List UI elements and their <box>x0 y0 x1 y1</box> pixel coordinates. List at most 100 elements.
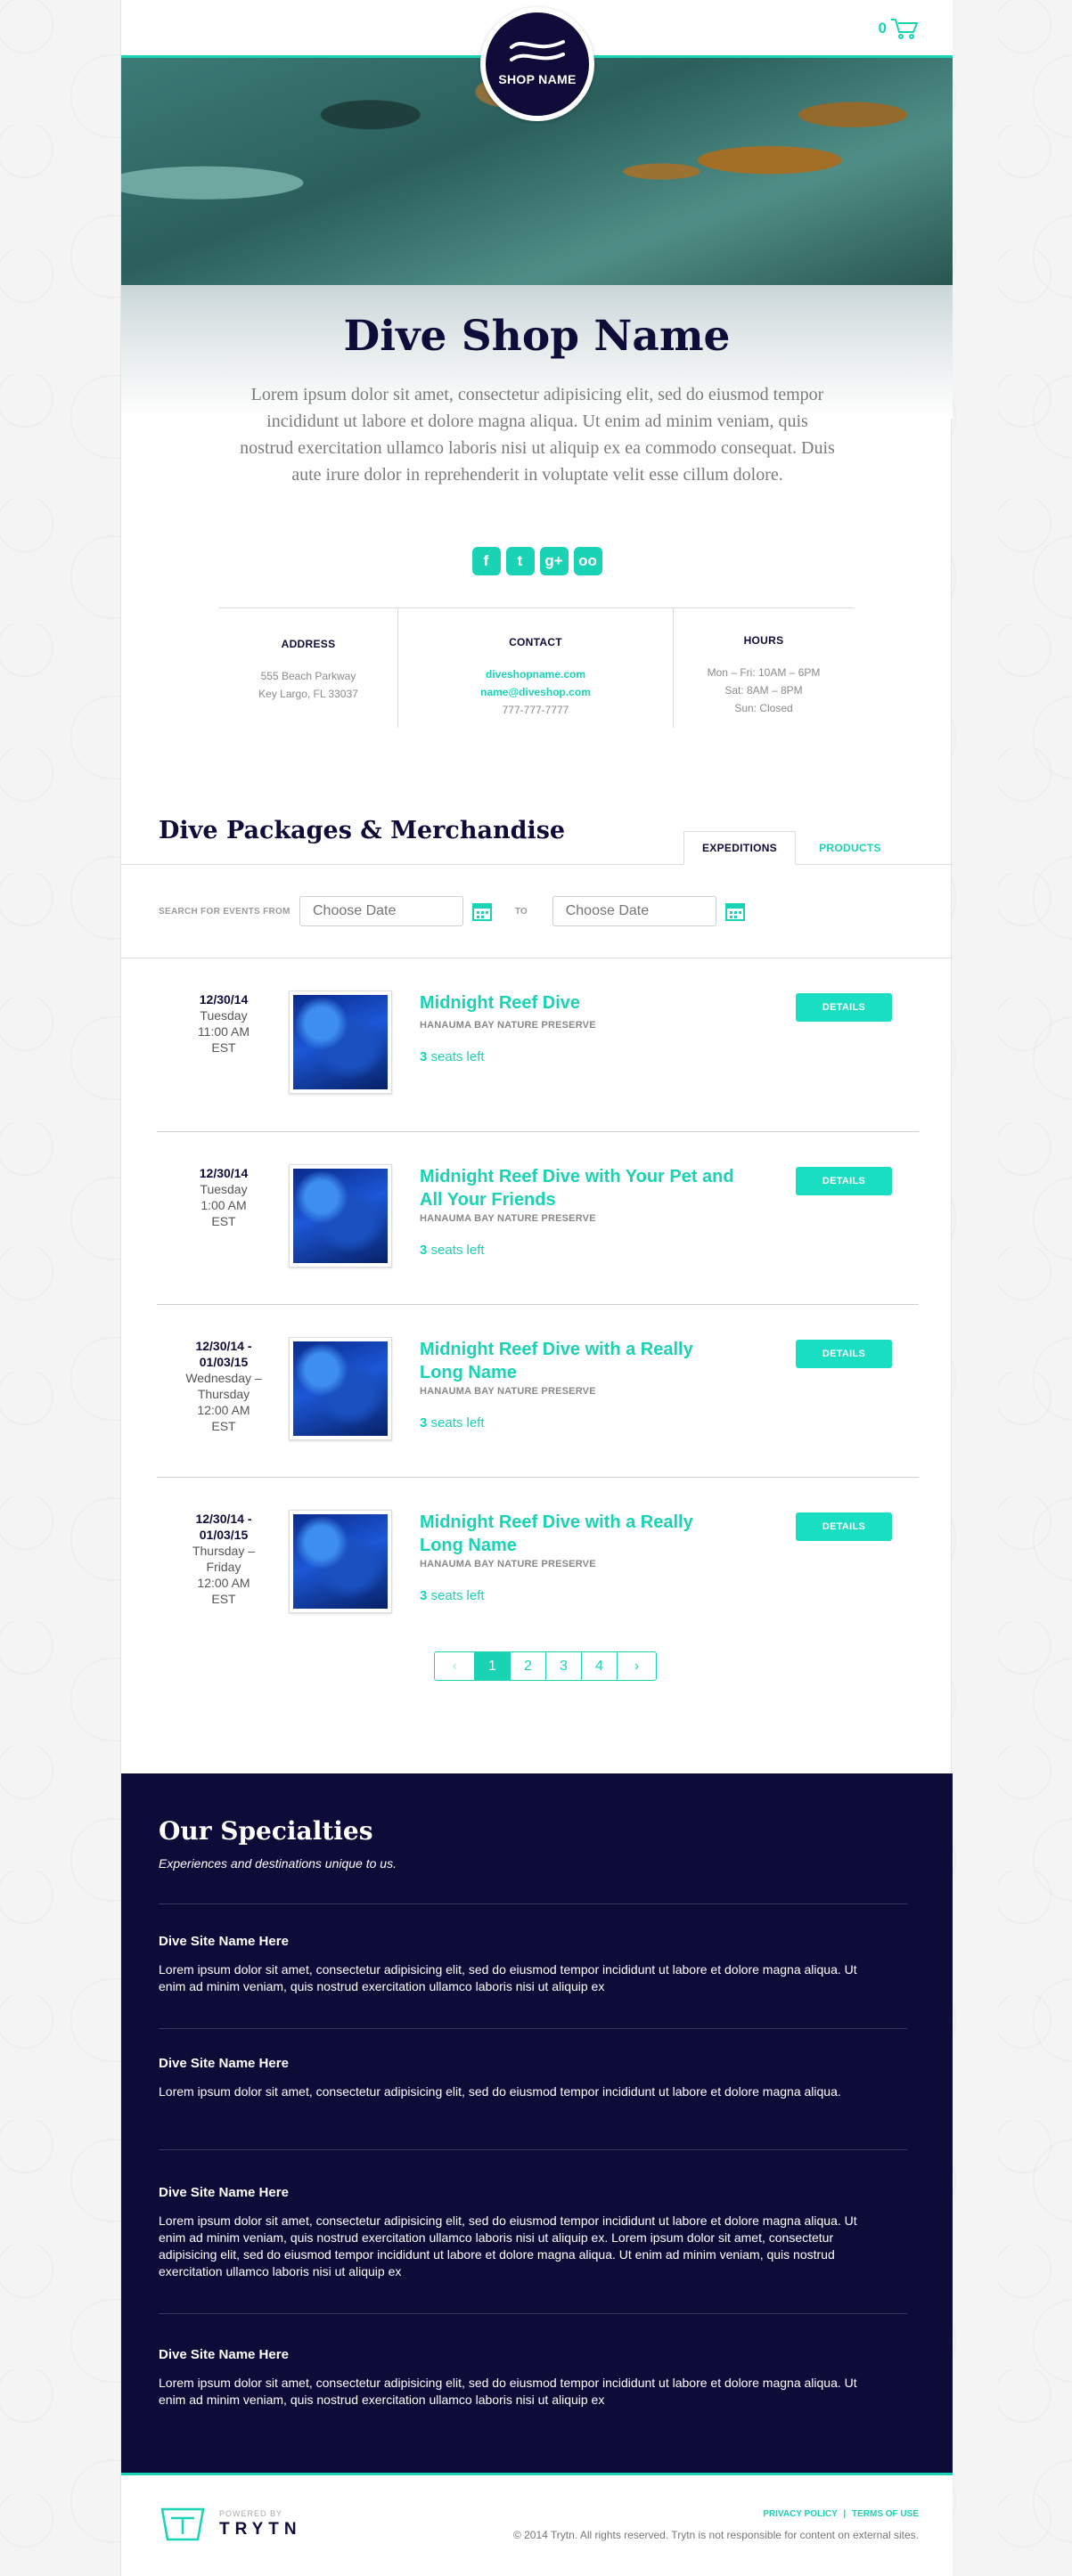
event-day: Thursday – <box>192 1544 256 1558</box>
page-3-button[interactable]: 3 <box>545 1652 581 1680</box>
shop-title: Dive Shop Name <box>343 312 731 361</box>
event-row: 12/30/14 - 01/03/15 Thursday – Friday 12… <box>157 1477 919 1651</box>
details-button[interactable]: DETAILS <box>796 1340 892 1368</box>
event-day: Tuesday <box>200 1182 248 1196</box>
social-links: f t g+ oo <box>121 547 953 575</box>
cart-icon <box>891 19 919 39</box>
event-date-start: 12/30/14 <box>199 992 249 1007</box>
address-label: ADDRESS <box>281 638 336 650</box>
next-page-button[interactable]: › <box>617 1652 656 1680</box>
event-image[interactable] <box>289 1510 392 1613</box>
privacy-policy-link[interactable]: PRIVACY POLICY <box>763 2509 837 2519</box>
calendar-icon[interactable] <box>472 901 492 921</box>
specialty-text: Lorem ipsum dolor sit amet, consectetur … <box>159 2084 841 2099</box>
page-4-button[interactable]: 4 <box>581 1652 617 1680</box>
event-row: 12/30/14 Tuesday 1:00 AM EST Midnight Re… <box>157 1131 919 1305</box>
specialty-text: Lorem ipsum dolor sit amet, consectetur … <box>159 1962 857 1993</box>
wave-icon <box>510 40 565 61</box>
event-row: 12/30/14 - 01/03/15 Wednesday – Thursday… <box>157 1304 919 1478</box>
address-column: ADDRESS 555 Beach Parkway Key Largo, FL … <box>219 608 397 728</box>
page-container: 0 SHOP NAME Dive Shop Name Lorem ipsum d… <box>120 0 953 2576</box>
event-day-end: Friday <box>206 1560 241 1574</box>
event-day: Wednesday – <box>185 1371 262 1385</box>
event-image[interactable] <box>289 990 392 1094</box>
shop-logo[interactable]: SHOP NAME <box>480 7 594 121</box>
event-timezone: EST <box>211 1419 236 1433</box>
footer: POWERED BY TRYTN PRIVACY POLICY | TERMS … <box>121 2475 953 2576</box>
event-date: 12/30/14 - 01/03/15 Wednesday – Thursday… <box>184 1338 264 1434</box>
specialty-name: Dive Site Name Here <box>159 2056 289 2071</box>
prev-page-button[interactable]: ‹ <box>435 1652 474 1680</box>
seats-label: seats left <box>427 1588 485 1603</box>
calendar-icon[interactable] <box>724 901 745 921</box>
contact-column: CONTACT diveshopname.com name@diveshop.c… <box>397 608 674 728</box>
seats-label: seats left <box>427 1415 485 1431</box>
hours-column: HOURS Mon – Fri: 10AM – 6PM Sat: 8AM – 8… <box>674 608 854 728</box>
page-1-button[interactable]: 1 <box>474 1652 510 1680</box>
event-time: 12:00 AM <box>197 1403 250 1417</box>
specialty-divider <box>159 2028 907 2029</box>
website-link[interactable]: diveshopname.com <box>398 665 673 683</box>
cart-button[interactable]: 0 <box>879 18 919 39</box>
specialty-divider <box>159 2149 907 2150</box>
specialty-text: Lorem ipsum dolor sit amet, consectetur … <box>159 2376 857 2407</box>
event-location: HANAUMA BAY NATURE PRESERVE <box>420 1559 596 1569</box>
date-from-input[interactable] <box>299 896 463 926</box>
address-line2: Key Largo, FL 33037 <box>258 688 358 700</box>
specialty-divider <box>159 2313 907 2314</box>
event-timezone: EST <box>211 1040 236 1055</box>
event-date: 12/30/14 - 01/03/15 Thursday – Friday 12… <box>184 1511 264 1607</box>
event-date-start: 12/30/14 - <box>195 1339 252 1353</box>
email-link[interactable]: name@diveshop.com <box>398 683 673 701</box>
trytn-logo[interactable]: POWERED BY TRYTN <box>157 2502 302 2547</box>
event-seats: 3 seats left <box>420 1243 485 1258</box>
google-plus-icon[interactable]: g+ <box>539 547 569 575</box>
event-title[interactable]: Midnight Reef Dive <box>420 991 736 1015</box>
specialties-subtitle: Experiences and destinations unique to u… <box>159 1856 397 1871</box>
specialty-name: Dive Site Name Here <box>159 1934 289 1949</box>
event-date: 12/30/14 Tuesday 11:00 AM EST <box>184 991 264 1056</box>
details-button[interactable]: DETAILS <box>796 1512 892 1541</box>
event-title[interactable]: Midnight Reef Dive with a Really Long Na… <box>420 1511 736 1557</box>
seats-label: seats left <box>427 1049 485 1064</box>
cart-count: 0 <box>878 20 887 37</box>
specialty-item: Dive Site Name Here Lorem ipsum dolor si… <box>159 2056 863 2100</box>
event-date: 12/30/14 Tuesday 1:00 AM EST <box>184 1165 264 1229</box>
event-image[interactable] <box>289 1164 392 1268</box>
event-date-start: 12/30/14 <box>199 1166 249 1180</box>
event-location: HANAUMA BAY NATURE PRESERVE <box>420 1020 596 1031</box>
hours-label: HOURS <box>743 634 784 647</box>
event-date-end: 01/03/15 <box>199 1528 249 1542</box>
to-label: TO <box>515 906 528 917</box>
link-separator: | <box>843 2509 847 2519</box>
page-2-button[interactable]: 2 <box>510 1652 545 1680</box>
event-day-end: Thursday <box>197 1387 250 1401</box>
tab-expeditions[interactable]: EXPEDITIONS <box>683 831 796 865</box>
event-date-start: 12/30/14 - <box>195 1512 252 1526</box>
terms-of-use-link[interactable]: TERMS OF USE <box>852 2509 919 2519</box>
footer-links: PRIVACY POLICY | TERMS OF USE <box>763 2509 919 2519</box>
event-location: HANAUMA BAY NATURE PRESERVE <box>420 1386 596 1397</box>
event-image[interactable] <box>289 1337 392 1440</box>
details-button[interactable]: DETAILS <box>796 993 892 1022</box>
tripadvisor-icon[interactable]: oo <box>573 547 602 575</box>
tab-products[interactable]: PRODUCTS <box>806 831 895 865</box>
event-seats: 3 seats left <box>420 1415 485 1431</box>
event-title[interactable]: Midnight Reef Dive with a Really Long Na… <box>420 1338 736 1384</box>
packages-title: Dive Packages & Merchandise <box>159 817 566 844</box>
specialties-section: Our Specialties Experiences and destinat… <box>121 1773 953 2475</box>
event-row: 12/30/14 Tuesday 11:00 AM EST Midnight R… <box>157 958 919 1131</box>
event-time: 12:00 AM <box>197 1576 250 1590</box>
copyright-text: © 2014 Trytn. All rights reserved. Trytn… <box>512 2529 919 2541</box>
date-to-input[interactable] <box>552 896 716 926</box>
search-label: SEARCH FOR EVENTS FROM <box>159 906 291 917</box>
specialty-name: Dive Site Name Here <box>159 2347 289 2362</box>
contact-label: CONTACT <box>509 636 562 648</box>
address-line1: 555 Beach Parkway <box>260 670 356 682</box>
facebook-icon[interactable]: f <box>471 547 501 575</box>
details-button[interactable]: DETAILS <box>796 1167 892 1195</box>
hours-line3: Sun: Closed <box>734 702 793 714</box>
twitter-icon[interactable]: t <box>505 547 535 575</box>
specialty-text: Lorem ipsum dolor sit amet, consectetur … <box>159 2213 857 2278</box>
event-title[interactable]: Midnight Reef Dive with Your Pet and All… <box>420 1165 736 1211</box>
